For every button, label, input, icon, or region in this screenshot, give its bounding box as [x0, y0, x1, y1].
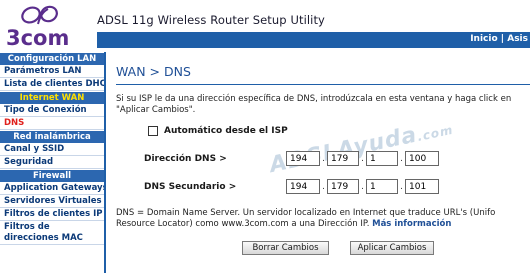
help-link[interactable]: Asis	[507, 34, 528, 44]
sidebar-item-connection-type[interactable]: Tipo de Conexión	[0, 104, 104, 117]
secondary-dns-octet-1[interactable]	[286, 179, 320, 194]
section-header-lan: Configuración LAN	[0, 53, 104, 65]
app-title: ADSL 11g Wireless Router Setup Utility	[97, 13, 325, 27]
octet-separator: .	[322, 181, 325, 192]
secondary-dns-row: DNS Secundario > . . .	[144, 179, 439, 194]
sidebar-item-app-gateways[interactable]: Application Gateways	[0, 182, 104, 195]
sidebar-item-mac-filters[interactable]: Filtros de direcciones MAC	[0, 221, 104, 245]
section-header-internet-wan: Internet WAN	[0, 92, 104, 104]
top-links: Inicio | Asis	[470, 34, 528, 44]
octet-separator: .	[361, 181, 364, 192]
title-divider	[116, 84, 530, 85]
auto-isp-row: Automático desde el ISP	[148, 126, 288, 136]
octet-separator: .	[322, 153, 325, 164]
primary-dns-octet-2[interactable]	[327, 151, 359, 166]
primary-dns-octet-1[interactable]	[286, 151, 320, 166]
sidebar-item-lan-params[interactable]: Parámetros LAN	[0, 65, 104, 78]
dns-explanation: DNS = Domain Name Server. Un servidor lo…	[116, 208, 530, 230]
sidebar-item-channel-ssid[interactable]: Canal y SSID	[0, 143, 104, 156]
auto-isp-checkbox[interactable]	[148, 126, 158, 136]
sidebar-item-dhcp-clients[interactable]: Lista de clientes DHCP	[0, 78, 104, 91]
secondary-dns-label: DNS Secundario >	[144, 181, 237, 192]
section-header-firewall: Firewall	[0, 170, 104, 182]
secondary-dns-octet-4[interactable]	[405, 179, 439, 194]
primary-dns-row: Dirección DNS > . . .	[144, 151, 439, 166]
watermark: ADSLAyuda.com	[267, 115, 455, 178]
watermark-suffix: .com	[416, 122, 455, 144]
octet-separator: .	[400, 153, 403, 164]
sidebar-item-security[interactable]: Seguridad	[0, 156, 104, 169]
apply-changes-button[interactable]: Aplicar Cambios	[350, 241, 434, 255]
primary-dns-label: Dirección DNS >	[144, 153, 227, 164]
sidebar-item-dns[interactable]: DNS	[0, 117, 104, 130]
link-separator: |	[500, 34, 505, 44]
sidebar: Configuración LAN Parámetros LAN Lista d…	[0, 52, 106, 273]
top-nav-bar: Inicio | Asis	[97, 32, 530, 48]
primary-dns-octet-4[interactable]	[405, 151, 439, 166]
home-link[interactable]: Inicio	[470, 34, 497, 44]
page-title: WAN > DNS	[116, 64, 191, 79]
sidebar-item-virtual-servers[interactable]: Servidores Virtuales	[0, 195, 104, 208]
intro-text: Si su ISP le da una dirección específica…	[116, 94, 512, 115]
octet-separator: .	[400, 181, 403, 192]
primary-dns-octet-3[interactable]	[366, 151, 398, 166]
logo-text: 3com	[6, 26, 69, 50]
section-header-wireless: Red inalámbrica	[0, 131, 104, 143]
clear-changes-button[interactable]: Borrar Cambios	[242, 241, 329, 255]
header: 3com ADSL 11g Wireless Router Setup Util…	[0, 0, 530, 52]
more-info-link[interactable]: Más información	[372, 219, 451, 229]
auto-isp-label: Automático desde el ISP	[164, 126, 288, 136]
3com-logo[interactable]: 3com	[4, 2, 92, 50]
octet-separator: .	[361, 153, 364, 164]
sidebar-item-ip-filters[interactable]: Filtros de clientes IP	[0, 208, 104, 221]
main-content: WAN > DNS Si su ISP le da una dirección …	[108, 52, 530, 273]
secondary-dns-octet-3[interactable]	[366, 179, 398, 194]
secondary-dns-octet-2[interactable]	[327, 179, 359, 194]
